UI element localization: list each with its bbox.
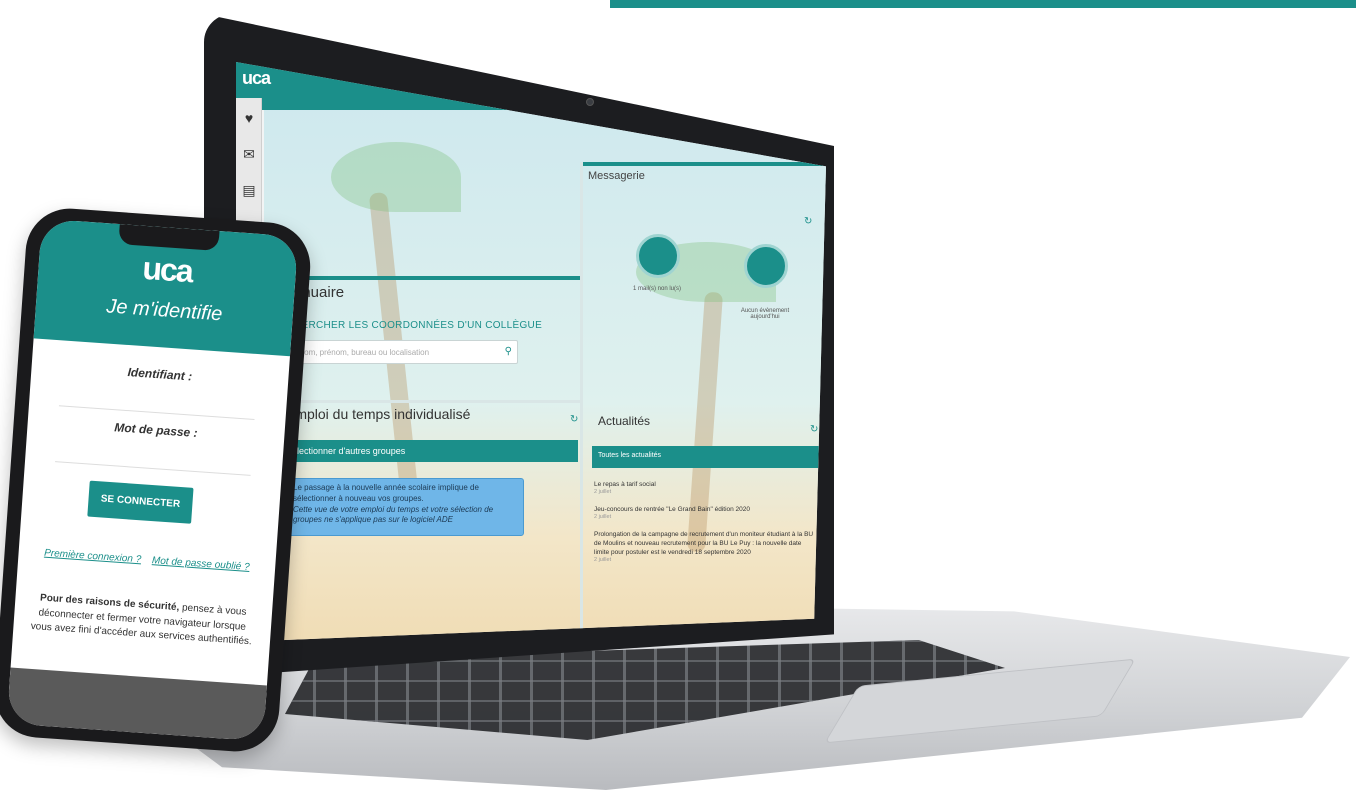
groups-selector[interactable]: Sélectionner d'autres groupes [280, 440, 578, 462]
search-placeholder: ez nom, prénom, bureau ou localisation [289, 348, 430, 357]
search-icon[interactable]: ⚲ [505, 346, 512, 357]
info-text: Le passage à la nouvelle année scolaire … [293, 483, 479, 503]
refresh-icon[interactable]: ↻ [804, 216, 812, 227]
stage: uca ♥ ✉ ▤ nnuaire HERCHER LES COORDONNÉE… [0, 0, 1356, 803]
forgot-password-link[interactable]: Mot de passe oublié ? [152, 555, 250, 573]
palm-leaf [331, 142, 461, 212]
news-item-title: Le repas à tarif social [594, 481, 656, 488]
messagerie-title: Messagerie [588, 170, 645, 182]
first-login-link[interactable]: Première connexion ? [44, 548, 142, 566]
login-links: Première connexion ? Mot de passe oublié… [18, 546, 275, 575]
mail-count-caption: 1 mail(s) non lu(s) [632, 286, 681, 292]
calendar-caption: Aucun évènement aujourd'hui [740, 308, 790, 320]
calendar-icon[interactable] [744, 244, 788, 288]
security-note: Pour des raisons de sécurité, pensez à v… [27, 591, 257, 650]
news-item-date: 2 juillet [594, 489, 612, 496]
uca-logo[interactable]: uca [242, 68, 271, 89]
annuaire-search-input[interactable]: ez nom, prénom, bureau ou localisation ⚲ [280, 340, 518, 364]
news-item-title: Prolongation de la campagne de recruteme… [594, 530, 814, 556]
news-item-date: 2 juillet [594, 556, 612, 563]
news-item[interactable]: Jeu-concours de rentrée "Le Grand Bain" … [594, 505, 814, 522]
news-item[interactable]: Prolongation de la campagne de recruteme… [594, 530, 814, 565]
news-filter-dropdown[interactable]: Toutes les actualités [592, 446, 824, 468]
phone-screen: uca Je m'identifie Identifiant : Mot de … [6, 218, 299, 742]
news-list: Le repas à tarif social 2 juillet Jeu-co… [594, 480, 814, 573]
emploi-refresh-icon[interactable]: ↻ [570, 414, 578, 425]
phone-footer [6, 667, 267, 742]
news-item-date: 2 juillet [594, 513, 612, 520]
actualites-title: Actualités [598, 414, 651, 428]
emploi-title: Emploi du temps individualisé [286, 406, 471, 422]
emploi-border [264, 400, 580, 403]
document-icon[interactable]: ▤ [241, 182, 257, 198]
webcam [586, 98, 594, 106]
messagerie-top-border [581, 162, 826, 166]
news-filter-label: Toutes les actualités [598, 452, 662, 459]
envelope-icon[interactable]: ✉ [241, 146, 257, 162]
groups-selector-label: Sélectionner d'autres groupes [286, 446, 406, 456]
annuaire-top-border [264, 276, 580, 280]
info-italic: Cette vue de votre emploi du temps et vo… [293, 504, 494, 525]
mailbox-icon[interactable] [636, 234, 680, 278]
actualites-refresh-icon[interactable]: ↻ [810, 424, 818, 435]
annuaire-subtitle: HERCHER LES COORDONNÉES D'UN COLLÈGUE [294, 320, 543, 331]
news-item[interactable]: Le repas à tarif social 2 juillet [594, 480, 814, 497]
info-alert: Le passage à la nouvelle année scolaire … [286, 478, 524, 536]
news-item-title: Jeu-concours de rentrée "Le Grand Bain" … [594, 505, 751, 513]
heart-icon[interactable]: ♥ [241, 110, 257, 126]
smartphone: uca Je m'identifie Identifiant : Mot de … [0, 205, 314, 755]
connect-button[interactable]: SE CONNECTER [87, 480, 194, 524]
column-divider [580, 162, 583, 642]
top-accent-bar [610, 0, 1356, 8]
